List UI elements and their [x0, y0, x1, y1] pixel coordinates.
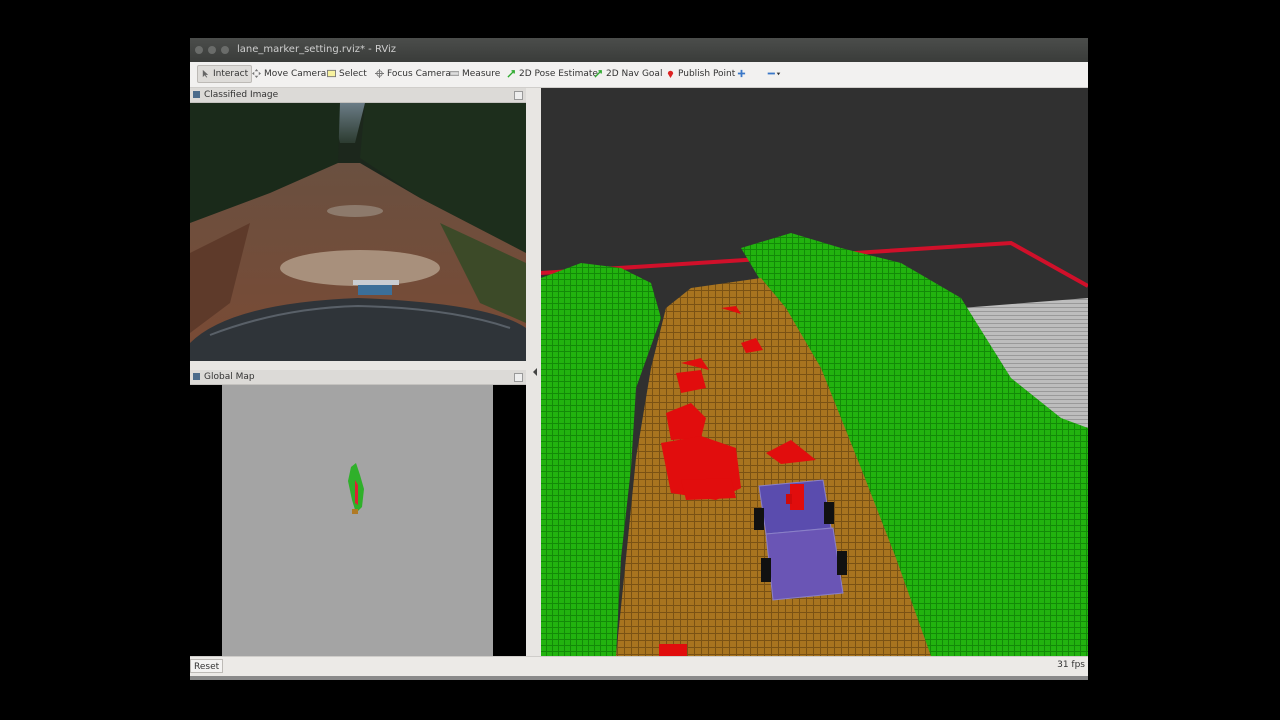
panel-close-icon[interactable]	[514, 91, 523, 100]
rviz-window: lane_marker_setting.rviz* - RViz Interac…	[190, 38, 1088, 680]
remove-tool-dropdown-button[interactable]	[765, 66, 786, 82]
focus-camera-tool-button[interactable]: Focus Camera	[375, 66, 451, 82]
publish-point-tool-button[interactable]: Publish Point	[666, 66, 735, 82]
classified-image-view[interactable]	[190, 103, 526, 361]
tools-toolbar: Interact Move Camera Select Focus Camera…	[190, 62, 1088, 88]
move-camera-tool-button[interactable]: Move Camera	[252, 66, 326, 82]
global-map-view[interactable]	[190, 385, 526, 656]
global-map-panel-header[interactable]: Global Map	[190, 370, 526, 385]
global-map-canvas	[222, 385, 493, 656]
fps-counter: 31 fps	[1057, 660, 1085, 670]
panel-close-icon[interactable]	[514, 373, 523, 382]
3d-scene	[541, 88, 1088, 656]
map-pin-icon	[667, 70, 674, 78]
ruler-icon	[450, 71, 459, 76]
classified-image-panel-header[interactable]: Classified Image	[190, 88, 526, 103]
collapse-arrow-icon[interactable]	[533, 368, 537, 376]
window-maximize-icon[interactable]	[221, 46, 229, 54]
window-minimize-icon[interactable]	[208, 46, 216, 54]
image-panel-icon	[193, 91, 200, 98]
title-bar[interactable]: lane_marker_setting.rviz* - RViz	[190, 38, 1088, 62]
status-bar: Reset 31 fps	[190, 656, 1088, 677]
window-bottom-border	[190, 676, 1088, 680]
remove-tool-dropdown-icon	[767, 72, 781, 76]
3d-render-view[interactable]	[541, 88, 1088, 656]
camera-image	[190, 103, 526, 361]
nav-goal-arrow-icon	[594, 70, 602, 78]
window-close-icon[interactable]	[195, 46, 203, 54]
2d-nav-goal-tool-button[interactable]: 2D Nav Goal	[594, 66, 662, 82]
measure-tool-button[interactable]: Measure	[450, 66, 500, 82]
pose-arrow-icon	[507, 70, 515, 78]
select-icon	[327, 69, 336, 78]
select-tool-button[interactable]: Select	[327, 66, 367, 82]
map-panel-icon	[193, 373, 200, 380]
cursor-icon	[202, 69, 209, 78]
reset-button[interactable]: Reset	[190, 659, 224, 673]
add-tool-button[interactable]	[737, 66, 749, 82]
focus-camera-icon	[375, 69, 384, 78]
2d-pose-estimate-tool-button[interactable]: 2D Pose Estimate	[507, 66, 598, 82]
interact-tool-button[interactable]: Interact	[197, 65, 253, 83]
move-camera-icon	[252, 69, 261, 78]
add-tool-icon	[737, 69, 746, 78]
window-title: lane_marker_setting.rviz* - RViz	[237, 44, 396, 55]
